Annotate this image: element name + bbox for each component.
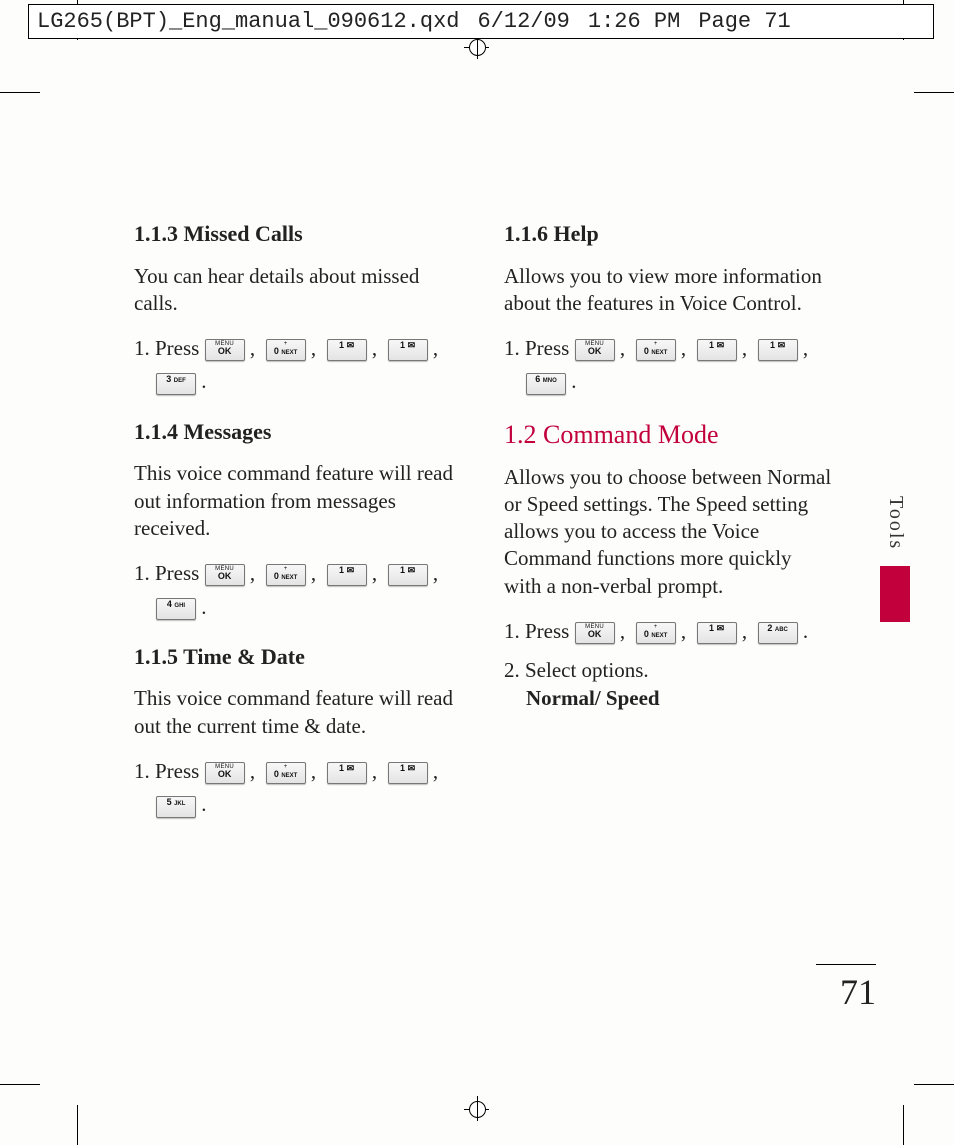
key-3: 3 DEF: [156, 373, 196, 395]
step-1-1-3: 1. Press MENUOK , +0 NEXT , 1 ✉ , 1 ✉ , …: [134, 335, 464, 396]
step-1-2-select: 2. Select options. Normal/ Speed: [504, 657, 834, 712]
heading-1-1-3: 1.1.3 Missed Calls: [134, 220, 464, 249]
key-0: +0 NEXT: [636, 339, 676, 361]
key-0: +0 NEXT: [266, 762, 306, 784]
step-1-1-5: 1. Press MENUOK , +0 NEXT , 1 ✉ , 1 ✉ , …: [134, 758, 464, 819]
heading-1-1-6: 1.1.6 Help: [504, 220, 834, 249]
para-1-1-5: This voice command feature will read out…: [134, 685, 464, 740]
key-1: 1 ✉: [697, 339, 737, 361]
key-6: 6 MNO: [526, 373, 566, 395]
heading-1-1-5: 1.1.5 Time & Date: [134, 643, 464, 672]
key-1: 1 ✉: [327, 564, 367, 586]
para-1-1-6: Allows you to view more information abou…: [504, 263, 834, 318]
key-1: 1 ✉: [388, 564, 428, 586]
options-normal-speed: Normal/ Speed: [526, 685, 834, 712]
heading-1-1-4: 1.1.4 Messages: [134, 418, 464, 447]
key-menu-ok: MENUOK: [205, 339, 245, 361]
key-5: 5 JKL: [156, 796, 196, 818]
header-page: Page 71: [698, 9, 790, 34]
heading-1-2: 1.2 Command Mode: [504, 418, 834, 452]
header-filename: LG265(BPT)_Eng_manual_090612.qxd: [37, 9, 459, 34]
key-menu-ok: MENUOK: [575, 339, 615, 361]
step-1-2-press: 1. Press MENUOK , +0 NEXT , 1 ✉ , 2 ABC …: [504, 618, 834, 645]
key-1: 1 ✉: [697, 622, 737, 644]
key-menu-ok: MENUOK: [205, 762, 245, 784]
para-1-1-4: This voice command feature will read out…: [134, 460, 464, 542]
registration-mark: [464, 1096, 489, 1121]
para-1-1-3: You can hear details about missed calls.: [134, 263, 464, 318]
left-column: 1.1.3 Missed Calls You can hear details …: [134, 220, 464, 841]
header-time: 1:26 PM: [588, 9, 680, 34]
para-1-2: Allows you to choose between Normal or S…: [504, 464, 834, 600]
key-1: 1 ✉: [388, 339, 428, 361]
side-tab-block: [880, 566, 910, 622]
page-number: 71: [816, 964, 876, 1013]
header-date: 6/12/09: [477, 9, 569, 34]
key-menu-ok: MENUOK: [205, 564, 245, 586]
key-1: 1 ✉: [327, 339, 367, 361]
key-1: 1 ✉: [327, 762, 367, 784]
right-column: 1.1.6 Help Allows you to view more infor…: [504, 220, 834, 841]
step-1-1-6: 1. Press MENUOK , +0 NEXT , 1 ✉ , 1 ✉ , …: [504, 335, 834, 396]
key-1: 1 ✉: [388, 762, 428, 784]
side-tab-label: Tools: [884, 496, 907, 550]
key-1: 1 ✉: [758, 339, 798, 361]
key-0: +0 NEXT: [266, 564, 306, 586]
key-0: +0 NEXT: [266, 339, 306, 361]
key-2: 2 ABC: [758, 622, 798, 644]
key-menu-ok: MENUOK: [575, 622, 615, 644]
key-0: +0 NEXT: [636, 622, 676, 644]
key-4: 4 GHI: [156, 598, 196, 620]
step-1-1-4: 1. Press MENUOK , +0 NEXT , 1 ✉ , 1 ✉ , …: [134, 560, 464, 621]
prepress-header: LG265(BPT)_Eng_manual_090612.qxd 6/12/09…: [28, 4, 934, 39]
side-tab-tools: Tools: [880, 560, 910, 660]
